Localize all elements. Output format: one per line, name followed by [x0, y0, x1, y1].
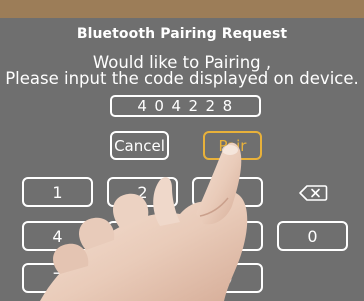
keypad-key-7[interactable]: 7	[22, 263, 93, 293]
keypad-key-8[interactable]: 8	[107, 263, 178, 293]
keypad-key-2[interactable]: 2	[107, 177, 178, 207]
keypad-key-1[interactable]: 1	[22, 177, 93, 207]
dialog-message-line2: Please input the code displayed on devic…	[5, 69, 359, 88]
pair-button[interactable]: Pair	[203, 131, 262, 160]
dialog-title: Bluetooth Pairing Request	[76, 26, 288, 42]
pairing-code-display: 404228	[110, 95, 261, 117]
top-status-strip	[0, 0, 364, 18]
backspace-icon[interactable]	[298, 184, 328, 202]
keypad-key-3[interactable]: 3	[192, 177, 263, 207]
keypad-key-5[interactable]: 5	[107, 221, 178, 251]
keypad-key-0[interactable]: 0	[277, 221, 348, 251]
pointing-hand-image	[40, 142, 248, 301]
keypad-key-6[interactable]: 6	[192, 221, 263, 251]
cancel-button[interactable]: Cancel	[110, 131, 169, 160]
keypad-key-9[interactable]: 9	[192, 263, 263, 293]
keypad-key-4[interactable]: 4	[22, 221, 93, 251]
